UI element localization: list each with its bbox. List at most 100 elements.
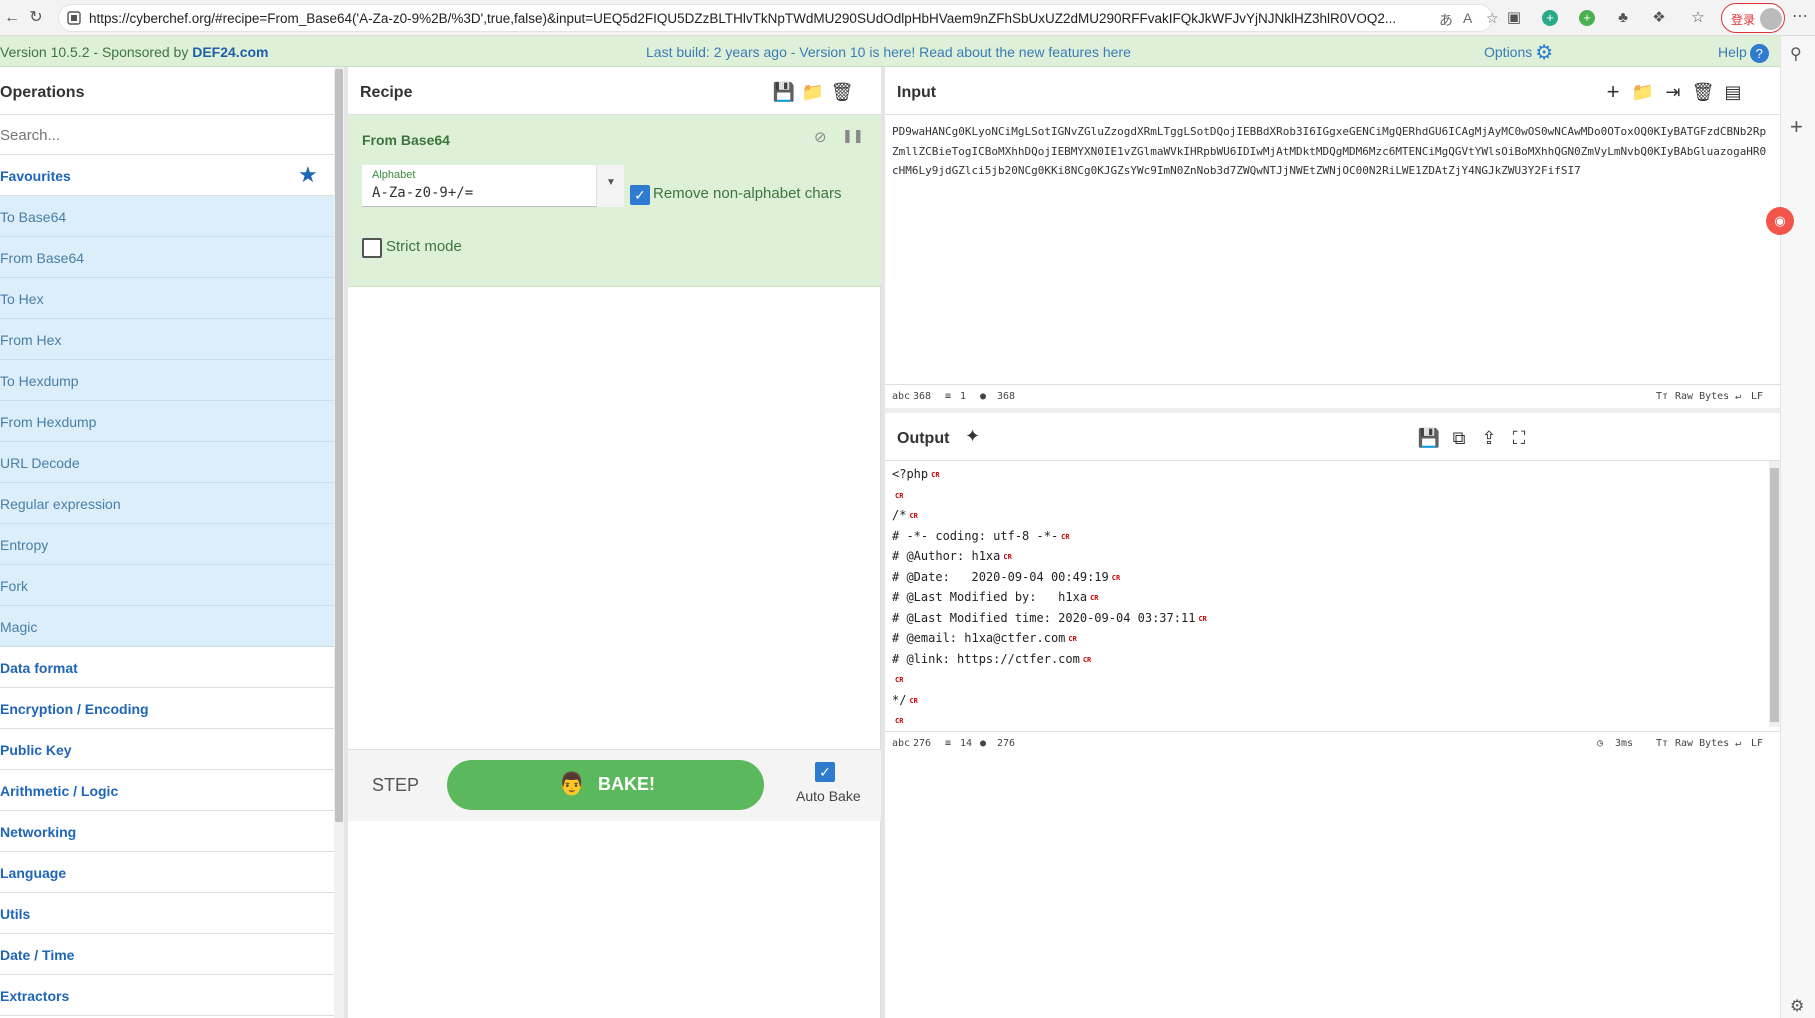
auto-bake-label[interactable]: Auto Bake [796, 788, 861, 804]
add-input-tab-icon[interactable]: + [1601, 80, 1625, 104]
translate-icon[interactable]: あ [1439, 10, 1453, 30]
output-line: # @email: h1xa@ctfer.com CR [892, 629, 1762, 650]
eol-icon: ↵ [1735, 738, 1742, 749]
login-button[interactable]: 登录 [1721, 3, 1785, 33]
breakpoint-pause-icon[interactable]: ❚❚ [842, 128, 864, 144]
output-line-text: # @link: https://ctfer.com [892, 651, 1080, 666]
ai-assistant-icon[interactable]: ◉ [1766, 207, 1794, 235]
search-input[interactable] [0, 123, 320, 147]
strict-mode-checkbox[interactable] [362, 238, 382, 258]
more-menu-icon[interactable]: ⋯ [1792, 6, 1808, 26]
category-item[interactable]: Extractors [0, 975, 334, 1016]
save-output-icon[interactable]: 💾 [1417, 426, 1441, 450]
strict-mode-label[interactable]: Strict mode [386, 238, 462, 255]
operations-scrollbar[interactable] [334, 67, 344, 1018]
replace-input-icon[interactable]: ⇪ [1477, 426, 1501, 450]
back-icon[interactable]: ← [0, 6, 24, 30]
carriage-return-marker: CR [895, 717, 904, 725]
sponsor-link[interactable]: DEF24.com [192, 44, 268, 60]
extension-clover-icon[interactable]: ♣ [1613, 8, 1633, 28]
open-file-folder-icon[interactable]: 📁 [1631, 80, 1655, 104]
carriage-return-marker: CR [1061, 532, 1070, 541]
category-item[interactable]: Data format [0, 647, 334, 688]
reset-layout-icon[interactable]: ▤ [1721, 80, 1745, 104]
output-encoding[interactable]: Raw Bytes [1675, 738, 1729, 749]
add-sidebar-icon[interactable]: + [1790, 114, 1803, 140]
scrollbar-thumb[interactable] [335, 69, 343, 822]
operation-item[interactable]: Entropy [0, 524, 334, 565]
copy-output-icon[interactable]: ⧉ [1447, 426, 1471, 450]
url-text[interactable]: https://cyberchef.org/#recipe=From_Base6… [89, 11, 1459, 26]
load-recipe-folder-icon[interactable]: 📁 [801, 80, 825, 104]
category-item[interactable]: Language [0, 852, 334, 893]
recipe-operation-from-base64[interactable]: From Base64 ⊘ ❚❚ Alphabet A-Za-z0-9+/= ▼… [348, 115, 881, 287]
category-item[interactable]: Public Key [0, 729, 334, 770]
alphabet-value[interactable]: A-Za-z0-9+/= [372, 185, 473, 201]
output-textarea[interactable]: <?php CR CR/* CR # -*- coding: utf-8 -*- CR # … [892, 465, 1762, 751]
options-button[interactable]: Options ⚙ [1484, 43, 1553, 63]
site-info-icon[interactable] [67, 11, 81, 25]
alphabet-label: Alphabet [372, 169, 416, 181]
help-button[interactable]: Help? [1718, 44, 1769, 63]
extension-plus-icon[interactable]: + [1540, 8, 1560, 28]
clear-input-trash-icon[interactable]: 🗑 [1691, 80, 1715, 104]
output-line-text: */ [892, 692, 907, 707]
output-position: 276 [997, 738, 1016, 749]
favourites-category[interactable]: Favourites ★ [0, 155, 334, 196]
maximize-output-icon[interactable]: ⛶ [1507, 426, 1531, 450]
remove-nonalpha-checkbox[interactable]: ✓ [630, 185, 650, 205]
operation-item[interactable]: From Base64 [0, 237, 334, 278]
output-scrollbar[interactable] [1769, 461, 1780, 727]
operation-item[interactable]: From Hexdump [0, 401, 334, 442]
favorite-star-icon[interactable]: ☆ [1486, 10, 1499, 27]
input-textarea[interactable]: PD9waHANCg0KLyoNCiMgLSotIGNvZGluZzogdXRm… [892, 122, 1772, 181]
category-item[interactable]: Networking [0, 811, 334, 852]
category-item[interactable]: Date / Time [0, 934, 334, 975]
read-aloud-icon[interactable]: A [1463, 10, 1472, 26]
remove-nonalpha-label[interactable]: Remove non-alphabet chars [653, 185, 841, 202]
extensions-puzzle-icon[interactable]: ❖ [1649, 8, 1669, 28]
alphabet-dropdown[interactable]: ▼ [596, 165, 624, 207]
star-icon[interactable]: ★ [298, 162, 318, 188]
settings-gear-icon[interactable]: ⚙ [1790, 996, 1804, 1016]
carriage-return-marker: CR [931, 471, 940, 479]
category-item[interactable]: Encryption / Encoding [0, 688, 334, 729]
magic-wand-icon[interactable]: ✦ [965, 426, 980, 447]
output-line-text: # -*- coding: utf-8 -*- [892, 528, 1059, 543]
input-panel: Input + 📁 ⇥ 🗑 ▤ PD9waHANCg0KLyoNCiMgLSot… [885, 67, 1780, 408]
operation-item[interactable]: From Hex [0, 319, 334, 360]
category-item[interactable]: Utils [0, 893, 334, 934]
input-eol[interactable]: LF [1751, 391, 1763, 402]
input-header: Input + 📁 ⇥ 🗑 ▤ [885, 67, 1780, 115]
operation-item[interactable]: Fork [0, 565, 334, 606]
operation-item[interactable]: To Hexdump [0, 360, 334, 401]
input-encoding[interactable]: Raw Bytes [1675, 391, 1729, 402]
bake-button[interactable]: 👨 BAKE! [447, 760, 764, 810]
save-recipe-icon[interactable]: 💾 [772, 80, 796, 104]
split-screen-icon[interactable]: ▣ [1504, 8, 1524, 28]
reload-icon[interactable]: ↻ [24, 6, 48, 30]
disable-operation-icon[interactable]: ⊘ [814, 128, 827, 146]
operation-item[interactable]: To Base64 [0, 196, 334, 237]
category-item[interactable]: Arithmetic / Logic [0, 770, 334, 811]
address-bar[interactable]: https://cyberchef.org/#recipe=From_Base6… [58, 4, 1499, 32]
operation-item[interactable]: Magic [0, 606, 334, 647]
auto-bake-checkbox[interactable]: ✓ [815, 762, 835, 782]
extension-green-icon[interactable]: + [1577, 8, 1597, 28]
output-eol[interactable]: LF [1751, 738, 1763, 749]
open-folder-input-icon[interactable]: ⇥ [1661, 80, 1685, 104]
output-line-text: /* [892, 508, 907, 522]
scrollbar-thumb[interactable] [1770, 468, 1779, 722]
step-button[interactable]: STEP [372, 775, 419, 796]
output-line: CR [892, 670, 1762, 691]
chevron-down-icon: ▼ [606, 177, 616, 188]
operation-item[interactable]: URL Decode [0, 442, 334, 483]
clear-recipe-trash-icon[interactable]: 🗑 [830, 80, 854, 104]
search-icon[interactable]: ⚲ [1790, 44, 1802, 64]
favorites-icon[interactable]: ☆ [1688, 8, 1708, 28]
operation-item[interactable]: To Hex [0, 278, 334, 319]
build-notice[interactable]: Last build: 2 years ago - Version 10 is … [646, 44, 1131, 60]
output-status-bar: abc 276 ≡ 14 ● 276 ◷ 3ms Tт Raw Bytes ↵ … [885, 731, 1780, 755]
operation-item[interactable]: Regular expression [0, 483, 334, 524]
alphabet-field[interactable]: Alphabet A-Za-z0-9+/= ▼ [362, 165, 624, 207]
